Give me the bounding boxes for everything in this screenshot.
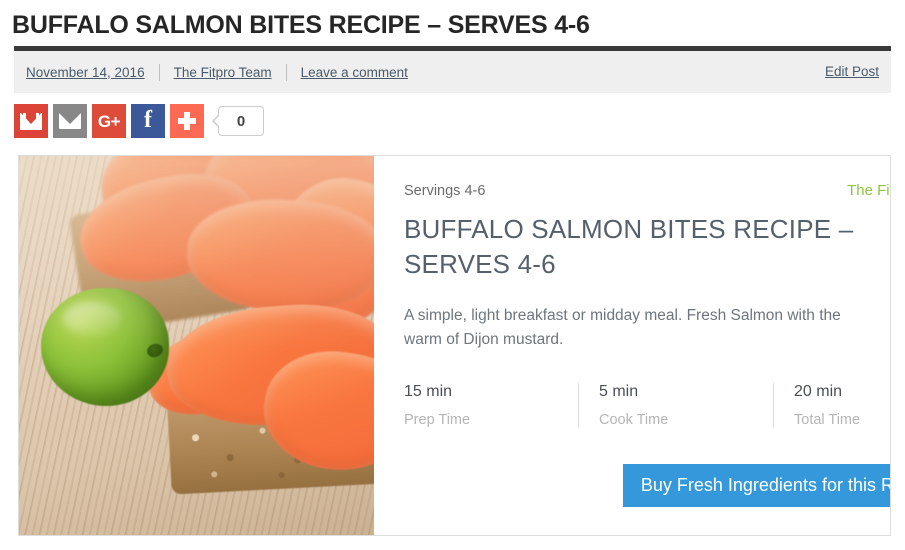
cook-time-label: Cook Time	[599, 412, 669, 428]
recipe-card: Servings 4-6 The Fitpro Team BUFFALO SAL…	[18, 155, 891, 536]
meta-separator	[158, 63, 160, 81]
post-date-link[interactable]: November 14, 2016	[26, 65, 145, 80]
leave-a-comment-link[interactable]: Leave a comment	[301, 65, 408, 80]
cook-time-value: 5 min	[599, 383, 639, 400]
recipe-photo-art	[19, 156, 374, 535]
recipe-times: 15 min Prep Time 5 min Cook Time 20 min …	[404, 383, 890, 428]
share-email-button[interactable]	[53, 104, 87, 138]
post-meta-right: Edit Post	[825, 63, 879, 81]
recipe-photo	[19, 156, 374, 535]
total-time-label: Total Time	[794, 412, 861, 428]
recipe-title: BUFFALO SALMON BITES RECIPE – SERVES 4-6	[404, 214, 854, 279]
cook-time-column: 5 min Cook Time	[578, 383, 773, 428]
facebook-icon: f	[144, 107, 152, 133]
recipe-cta-row: Buy Fresh Ingredients for this Recipe	[404, 464, 890, 507]
share-buttons-row: G+ f 0	[0, 93, 905, 141]
total-time-column: 20 min Total Time	[773, 383, 890, 428]
photo-depth-blur	[19, 156, 374, 350]
buy-ingredients-button[interactable]: Buy Fresh Ingredients for this Recipe	[622, 464, 890, 507]
post-meta-bar: November 14, 2016 The Fitpro Team Leave …	[14, 51, 891, 93]
meta-separator	[285, 63, 287, 81]
share-facebook-button[interactable]: f	[131, 104, 165, 138]
total-time-value: 20 min	[794, 383, 843, 400]
share-gmail-button[interactable]	[14, 104, 48, 138]
google-plus-icon: G+	[97, 111, 121, 131]
share-google-plus-button[interactable]: G+	[92, 104, 126, 138]
edit-post-link[interactable]: Edit Post	[825, 64, 879, 79]
page-title: BUFFALO SALMON BITES RECIPE – SERVES 4-6	[12, 11, 590, 39]
recipe-servings: Servings 4-6	[404, 183, 486, 199]
post-meta-left: November 14, 2016 The Fitpro Team Leave …	[26, 63, 825, 81]
envelope-icon	[59, 113, 81, 129]
plus-icon	[178, 112, 196, 130]
gmail-icon	[20, 112, 42, 130]
recipe-card-header: Servings 4-6 The Fitpro Team	[404, 182, 890, 199]
recipe-description: A simple, light breakfast or midday meal…	[404, 307, 841, 348]
recipe-details: Servings 4-6 The Fitpro Team BUFFALO SAL…	[374, 156, 890, 535]
post-author-link[interactable]: The Fitpro Team	[174, 65, 272, 80]
recipe-author[interactable]: The Fitpro Team	[847, 182, 890, 199]
prep-time-label: Prep Time	[404, 412, 471, 428]
share-count-badge[interactable]: 0	[212, 106, 264, 136]
prep-time-column: 15 min Prep Time	[404, 383, 578, 428]
prep-time-value: 15 min	[404, 383, 453, 400]
share-more-button[interactable]	[170, 104, 204, 138]
